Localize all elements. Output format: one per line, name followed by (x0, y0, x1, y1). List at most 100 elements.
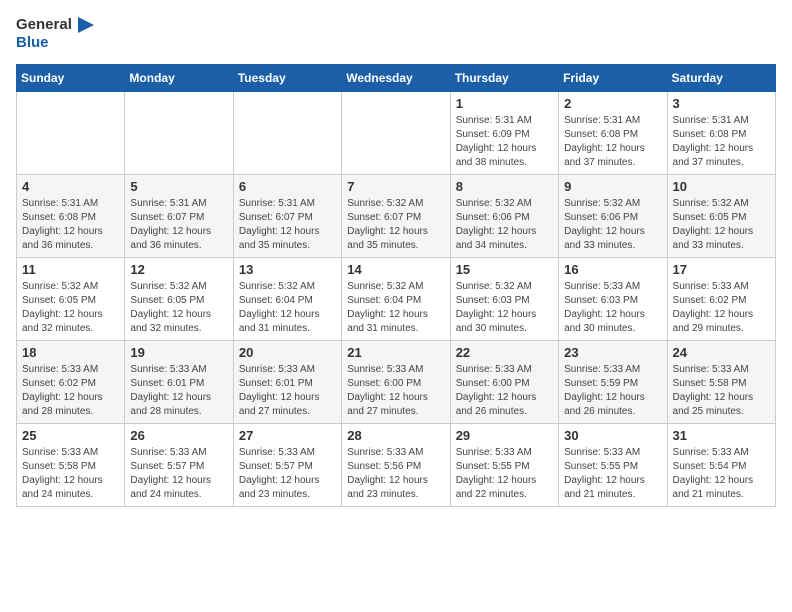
day-info: Sunrise: 5:33 AMSunset: 5:56 PMDaylight:… (347, 446, 444, 502)
day-info: Sunrise: 5:31 AMSunset: 6:07 PMDaylight:… (130, 197, 227, 253)
header-wednesday: Wednesday (342, 65, 450, 92)
day-info: Sunrise: 5:33 AMSunset: 5:57 PMDaylight:… (130, 446, 227, 502)
day-number: 3 (673, 96, 770, 111)
week-row-4: 18 Sunrise: 5:33 AMSunset: 6:02 PMDayligh… (17, 341, 776, 424)
calendar-cell: 23 Sunrise: 5:33 AMSunset: 5:59 PMDayligh… (559, 341, 667, 424)
calendar-cell: 17Sunrise: 5:33 AMSunset: 6:02 PMDayligh… (667, 258, 775, 341)
day-info: Sunrise: 5:32 AMSunset: 6:05 PMDaylight:… (130, 280, 227, 336)
page-header: General Blue (16, 16, 776, 52)
day-number: 31 (673, 428, 770, 443)
header-friday: Friday (559, 65, 667, 92)
calendar-cell: 10 Sunrise: 5:32 AMSunset: 6:05 PMDayligh… (667, 175, 775, 258)
calendar-cell: 22Sunrise: 5:33 AMSunset: 6:00 PMDayligh… (450, 341, 558, 424)
calendar-cell: 2 Sunrise: 5:31 AMSunset: 6:08 PMDaylight… (559, 92, 667, 175)
day-number: 30 (564, 428, 661, 443)
header-thursday: Thursday (450, 65, 558, 92)
day-number: 27 (239, 428, 336, 443)
day-info: Sunrise: 5:32 AMSunset: 6:06 PMDaylight:… (564, 197, 661, 253)
day-info: Sunrise: 5:33 AMSunset: 5:59 PMDaylight:… (564, 363, 661, 419)
day-info: Sunrise: 5:33 AMSunset: 6:01 PMDaylight:… (130, 363, 227, 419)
day-info: Sunrise: 5:31 AMSunset: 6:08 PMDaylight:… (22, 197, 119, 253)
logo-text: General Blue (16, 16, 94, 52)
day-number: 15 (456, 262, 553, 277)
calendar-cell: 15 Sunrise: 5:32 AMSunset: 6:03 PMDayligh… (450, 258, 558, 341)
day-number: 28 (347, 428, 444, 443)
day-info: Sunrise: 5:33 AMSunset: 6:01 PMDaylight:… (239, 363, 336, 419)
calendar-cell: 9 Sunrise: 5:32 AMSunset: 6:06 PMDaylight… (559, 175, 667, 258)
day-info: Sunrise: 5:32 AMSunset: 6:07 PMDaylight:… (347, 197, 444, 253)
day-info: Sunrise: 5:33 AMSunset: 5:58 PMDaylight:… (22, 446, 119, 502)
day-number: 2 (564, 96, 661, 111)
day-number: 17 (673, 262, 770, 277)
day-number: 8 (456, 179, 553, 194)
day-info: Sunrise: 5:33 AMSunset: 6:03 PMDaylight:… (564, 280, 661, 336)
logo-blue: Blue (16, 34, 94, 52)
day-number: 12 (130, 262, 227, 277)
day-number: 23 (564, 345, 661, 360)
week-row-2: 4Sunrise: 5:31 AMSunset: 6:08 PMDaylight… (17, 175, 776, 258)
calendar-cell (125, 92, 233, 175)
header-monday: Monday (125, 65, 233, 92)
calendar-cell: 5 Sunrise: 5:31 AMSunset: 6:07 PMDaylight… (125, 175, 233, 258)
day-number: 18 (22, 345, 119, 360)
day-number: 11 (22, 262, 119, 277)
header-sunday: Sunday (17, 65, 125, 92)
day-info: Sunrise: 5:32 AMSunset: 6:04 PMDaylight:… (347, 280, 444, 336)
calendar-cell: 11 Sunrise: 5:32 AMSunset: 6:05 PMDayligh… (17, 258, 125, 341)
days-header-row: SundayMondayTuesdayWednesdayThursdayFrid… (17, 65, 776, 92)
day-info: Sunrise: 5:33 AMSunset: 5:55 PMDaylight:… (456, 446, 553, 502)
calendar-cell: 25 Sunrise: 5:33 AMSunset: 5:58 PMDayligh… (17, 424, 125, 507)
day-number: 22 (456, 345, 553, 360)
week-row-1: 1 Sunrise: 5:31 AMSunset: 6:09 PMDaylight… (17, 92, 776, 175)
day-info: Sunrise: 5:33 AMSunset: 5:58 PMDaylight:… (673, 363, 770, 419)
calendar-cell: 16 Sunrise: 5:33 AMSunset: 6:03 PMDayligh… (559, 258, 667, 341)
calendar-cell (342, 92, 450, 175)
calendar-cell (17, 92, 125, 175)
day-number: 16 (564, 262, 661, 277)
day-number: 9 (564, 179, 661, 194)
day-info: Sunrise: 5:33 AMSunset: 6:02 PMDaylight:… (22, 363, 119, 419)
day-number: 6 (239, 179, 336, 194)
day-number: 5 (130, 179, 227, 194)
calendar-cell: 1 Sunrise: 5:31 AMSunset: 6:09 PMDaylight… (450, 92, 558, 175)
calendar-cell: 8 Sunrise: 5:32 AMSunset: 6:06 PMDaylight… (450, 175, 558, 258)
day-number: 1 (456, 96, 553, 111)
logo-arrow-icon (78, 17, 94, 33)
day-info: Sunrise: 5:31 AMSunset: 6:09 PMDaylight:… (456, 114, 553, 170)
day-number: 20 (239, 345, 336, 360)
calendar-cell: 21Sunrise: 5:33 AMSunset: 6:00 PMDayligh… (342, 341, 450, 424)
calendar-cell: 6 Sunrise: 5:31 AMSunset: 6:07 PMDaylight… (233, 175, 341, 258)
calendar-cell: 24 Sunrise: 5:33 AMSunset: 5:58 PMDayligh… (667, 341, 775, 424)
day-number: 26 (130, 428, 227, 443)
calendar-cell: 29 Sunrise: 5:33 AMSunset: 5:55 PMDayligh… (450, 424, 558, 507)
day-info: Sunrise: 5:31 AMSunset: 6:07 PMDaylight:… (239, 197, 336, 253)
day-info: Sunrise: 5:32 AMSunset: 6:05 PMDaylight:… (673, 197, 770, 253)
day-number: 14 (347, 262, 444, 277)
calendar-cell: 30Sunrise: 5:33 AMSunset: 5:55 PMDayligh… (559, 424, 667, 507)
calendar-cell: 12 Sunrise: 5:32 AMSunset: 6:05 PMDayligh… (125, 258, 233, 341)
day-info: Sunrise: 5:32 AMSunset: 6:06 PMDaylight:… (456, 197, 553, 253)
day-number: 25 (22, 428, 119, 443)
calendar-cell: 18 Sunrise: 5:33 AMSunset: 6:02 PMDayligh… (17, 341, 125, 424)
day-info: Sunrise: 5:31 AMSunset: 6:08 PMDaylight:… (564, 114, 661, 170)
calendar-cell: 14 Sunrise: 5:32 AMSunset: 6:04 PMDayligh… (342, 258, 450, 341)
calendar-cell: 28 Sunrise: 5:33 AMSunset: 5:56 PMDayligh… (342, 424, 450, 507)
calendar-cell: 20 Sunrise: 5:33 AMSunset: 6:01 PMDayligh… (233, 341, 341, 424)
calendar-cell: 31 Sunrise: 5:33 AMSunset: 5:54 PMDayligh… (667, 424, 775, 507)
day-number: 10 (673, 179, 770, 194)
calendar-cell: 4Sunrise: 5:31 AMSunset: 6:08 PMDaylight… (17, 175, 125, 258)
calendar-cell (233, 92, 341, 175)
day-number: 24 (673, 345, 770, 360)
day-info: Sunrise: 5:32 AMSunset: 6:03 PMDaylight:… (456, 280, 553, 336)
calendar-cell: 26 Sunrise: 5:33 AMSunset: 5:57 PMDayligh… (125, 424, 233, 507)
calendar-cell: 27Sunrise: 5:33 AMSunset: 5:57 PMDayligh… (233, 424, 341, 507)
day-info: Sunrise: 5:32 AMSunset: 6:05 PMDaylight:… (22, 280, 119, 336)
day-info: Sunrise: 5:33 AMSunset: 6:00 PMDaylight:… (347, 363, 444, 419)
day-number: 29 (456, 428, 553, 443)
day-info: Sunrise: 5:33 AMSunset: 5:54 PMDaylight:… (673, 446, 770, 502)
calendar-cell: 19 Sunrise: 5:33 AMSunset: 6:01 PMDayligh… (125, 341, 233, 424)
header-saturday: Saturday (667, 65, 775, 92)
week-row-5: 25 Sunrise: 5:33 AMSunset: 5:58 PMDayligh… (17, 424, 776, 507)
day-info: Sunrise: 5:32 AMSunset: 6:04 PMDaylight:… (239, 280, 336, 336)
day-number: 19 (130, 345, 227, 360)
